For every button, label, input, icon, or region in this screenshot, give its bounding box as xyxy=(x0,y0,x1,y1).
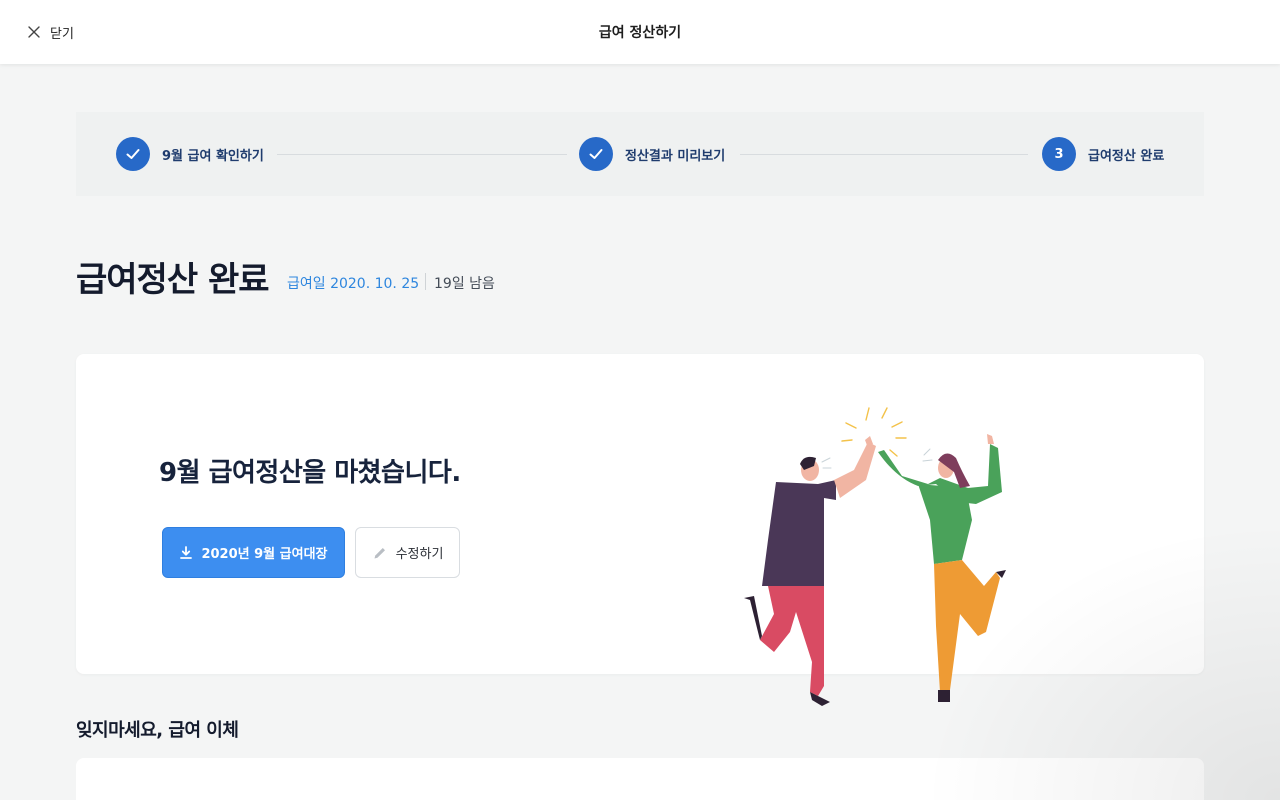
step-complete[interactable]: 3 급여정산 완료 xyxy=(1042,137,1164,171)
transfer-reminder-title: 잊지마세요, 급여 이체 xyxy=(76,720,239,741)
step-label: 급여정산 완료 xyxy=(1088,148,1165,164)
step-label: 9월 급여 확인하기 xyxy=(162,148,264,164)
check-icon xyxy=(126,149,140,159)
step-preview-result[interactable]: 정산결과 미리보기 xyxy=(579,137,725,171)
edit-button[interactable]: 수정하기 xyxy=(355,527,460,578)
step-connector xyxy=(277,154,567,155)
completion-headline: 9월 급여정산을 마쳤습니다. xyxy=(159,458,461,488)
check-icon xyxy=(589,149,603,159)
download-button-label: 2020년 9월 급여대장 xyxy=(201,547,328,562)
progress-stepper: 9월 급여 확인하기 정산결과 미리보기 3 급여정산 완료 xyxy=(76,112,1204,196)
top-bar: 닫기 급여 정산하기 xyxy=(0,0,1280,64)
result-card: 9월 급여정산을 마쳤습니다. 2020년 9월 급여대장 수정하기 xyxy=(76,354,1204,674)
download-icon xyxy=(180,545,193,559)
high-five-illustration xyxy=(744,407,1006,706)
page-title: 급여정산 완료 xyxy=(76,260,270,300)
window-title: 급여 정산하기 xyxy=(598,25,682,41)
pay-date: 급여일 2020. 10. 25 xyxy=(287,276,420,292)
days-left: 19일 남음 xyxy=(434,276,495,292)
divider xyxy=(425,273,426,290)
step-done-circle xyxy=(116,137,150,171)
step-label: 정산결과 미리보기 xyxy=(625,148,726,164)
step-confirm-salary[interactable]: 9월 급여 확인하기 xyxy=(116,137,264,171)
download-payroll-button[interactable]: 2020년 9월 급여대장 xyxy=(162,527,345,578)
edit-button-label: 수정하기 xyxy=(395,547,444,562)
step-done-circle xyxy=(579,137,613,171)
step-connector xyxy=(740,154,1028,155)
transfer-reminder-card xyxy=(76,758,1204,800)
step-number-circle: 3 xyxy=(1042,137,1076,171)
pencil-icon xyxy=(374,547,385,558)
